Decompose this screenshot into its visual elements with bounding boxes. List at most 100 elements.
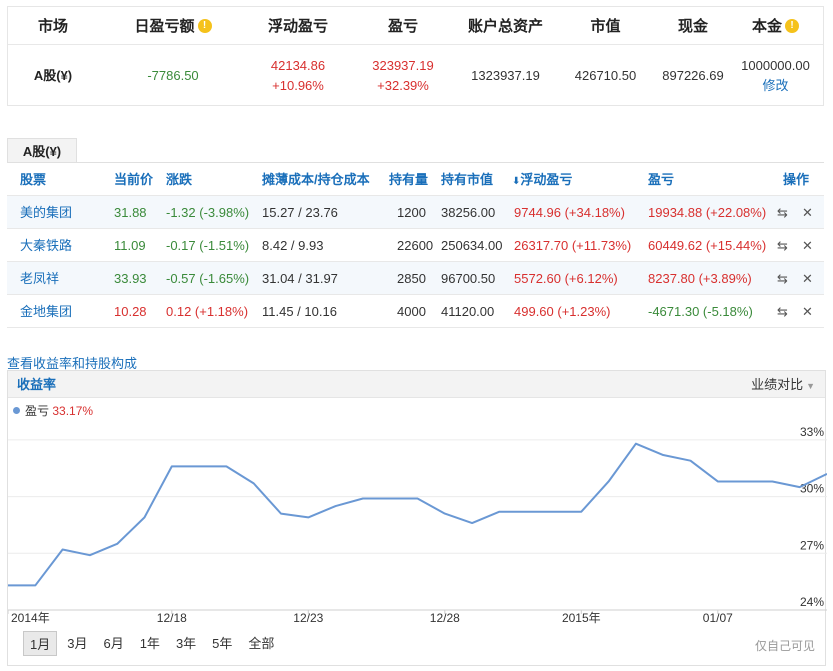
info-icon[interactable]: ! xyxy=(197,18,212,33)
range-button[interactable]: 3月 xyxy=(61,631,93,656)
table-row: 金地集团 10.28 0.12 (+1.18%) 11.45 / 10.16 4000 4… xyxy=(7,295,824,328)
value-cell: 96700.50 xyxy=(441,271,496,286)
header-floating-pl: 浮动盈亏 xyxy=(267,18,328,35)
header-cash: 现金 xyxy=(677,18,708,35)
summary-header-row: 市场 日盈亏额! 浮动盈亏 盈亏 账户总资产 市值 现金 本金! xyxy=(8,7,823,45)
delete-icon[interactable]: ✕ xyxy=(802,262,813,295)
stock-name-cell[interactable]: 大秦铁路 xyxy=(20,229,72,262)
account-summary-panel: 市场 日盈亏额! 浮动盈亏 盈亏 账户总资产 市值 现金 本金! A股(¥) -… xyxy=(7,6,824,106)
table-row: 大秦铁路 11.09 -0.17 (-1.51%) 8.42 / 9.93 22600 2… xyxy=(7,229,824,262)
change-cell: -0.17 (-1.51%) xyxy=(166,238,250,253)
col-pl[interactable]: 盈亏 xyxy=(648,163,674,196)
cash-value: 897226.69 xyxy=(662,68,724,83)
floating-cell: 5572.60 (+6.12%) xyxy=(514,271,618,286)
transfer-icon[interactable]: ⇆ xyxy=(777,229,788,262)
header-pl: 盈亏 xyxy=(387,18,418,35)
market-value-value: 426710.50 xyxy=(574,68,637,83)
series-line-pl xyxy=(8,442,827,587)
holdings-header-row: 股票 当前价 涨跌 摊薄成本/持仓成本 持有量 持有市值 ⬇浮动盈亏 盈亏 操作 xyxy=(7,163,824,196)
range-button[interactable]: 1月 xyxy=(23,631,58,656)
total-assets-value: 1323937.19 xyxy=(471,68,540,83)
x-tick-label: 2015年 xyxy=(562,611,601,625)
delete-icon[interactable]: ✕ xyxy=(802,196,813,229)
col-qty[interactable]: 持有量 xyxy=(389,163,428,196)
range-button[interactable]: 全部 xyxy=(242,631,280,656)
col-ops: 操作 xyxy=(783,172,810,187)
floating-pl-value: 42134.86 xyxy=(270,58,326,73)
pl-value: 323937.19 xyxy=(372,58,434,73)
delete-icon[interactable]: ✕ xyxy=(802,295,813,328)
delete-icon[interactable]: ✕ xyxy=(802,229,813,262)
change-cell: -0.57 (-1.65%) xyxy=(166,271,250,286)
returns-line-chart: 24% 27% 30% 33% 2014年 12/18 12/23 12/28 2015年 01/… xyxy=(8,425,827,625)
change-cell: 0.12 (+1.18%) xyxy=(166,304,249,319)
stock-name-cell[interactable]: 美的集团 xyxy=(20,196,72,229)
floating-pl-pct: +10.96% xyxy=(272,78,324,93)
range-button[interactable]: 6月 xyxy=(97,631,129,656)
x-tick-label: 12/18 xyxy=(157,611,187,625)
tab-a-shares[interactable]: A股(¥) xyxy=(7,138,77,162)
col-floating[interactable]: ⬇浮动盈亏 xyxy=(512,163,572,196)
cost-cell: 8.42 / 9.93 xyxy=(262,238,324,253)
pl-cell: 19934.88 (+22.08%) xyxy=(648,205,767,220)
col-value[interactable]: 持有市值 xyxy=(441,163,493,196)
pl-cell: 323937.19 +32.39% xyxy=(348,45,458,107)
principal-cell: 1000000.00 修改 xyxy=(728,45,823,107)
x-tick-label: 12/28 xyxy=(430,611,460,625)
qty-cell: 4000 xyxy=(397,304,426,319)
x-tick-label: 12/23 xyxy=(293,611,323,625)
transfer-icon[interactable]: ⇆ xyxy=(777,196,788,229)
range-button[interactable]: 5年 xyxy=(206,631,238,656)
market-label: A股(¥) xyxy=(33,68,73,83)
transfer-icon[interactable]: ⇆ xyxy=(777,295,788,328)
floating-cell: 9744.96 (+34.18%) xyxy=(514,205,625,220)
y-tick-label: 30% xyxy=(800,482,824,496)
col-cost[interactable]: 摊薄成本/持仓成本 xyxy=(262,163,370,196)
stock-name-cell[interactable]: 金地集团 xyxy=(20,295,72,328)
table-row: 老凤祥 33.93 -0.57 (-1.65%) 31.04 / 31.97 2850 9… xyxy=(7,262,824,295)
cost-cell: 11.45 / 10.16 xyxy=(262,304,337,319)
price-cell: 31.88 xyxy=(114,205,147,220)
y-tick-label: 27% xyxy=(800,538,824,552)
header-market-value: 市值 xyxy=(590,18,621,35)
principal-value: 1000000.00 xyxy=(741,58,810,73)
daily-pl-value: -7786.50 xyxy=(147,68,199,83)
floating-cell: 499.60 (+1.23%) xyxy=(514,304,611,319)
header-daily-pl: 日盈亏额! xyxy=(98,7,248,44)
info-icon[interactable]: ! xyxy=(785,18,799,33)
change-cell: -1.32 (-3.98%) xyxy=(166,205,250,220)
returns-chart-panel: 收益率 业绩对比 ▼ 盈亏 33.17% 24% 27% 30% 33% 2014年 12/… xyxy=(7,370,827,666)
qty-cell: 2850 xyxy=(397,271,426,286)
col-price[interactable]: 当前价 xyxy=(114,163,153,196)
private-note: 仅自己可见 xyxy=(754,639,815,653)
range-button[interactable]: 3年 xyxy=(170,631,202,656)
qty-cell: 1200 xyxy=(397,205,426,220)
header-principal: 本金! xyxy=(728,7,823,44)
cost-cell: 15.27 / 23.76 xyxy=(262,205,338,220)
price-cell: 33.93 xyxy=(114,271,147,286)
value-cell: 250634.00 xyxy=(441,238,503,253)
qty-cell: 22600 xyxy=(397,238,434,253)
value-cell: 38256.00 xyxy=(441,205,496,220)
pl-cell: 60449.62 (+15.44%) xyxy=(648,238,767,253)
floating-pl-cell: 42134.86 +10.96% xyxy=(248,45,348,107)
value-cell: 41120.00 xyxy=(441,304,495,319)
range-button[interactable]: 1年 xyxy=(134,631,166,656)
floating-cell: 26317.70 (+11.73%) xyxy=(514,238,632,253)
cost-cell: 31.04 / 31.97 xyxy=(262,271,338,286)
summary-value-row: A股(¥) -7786.50 42134.86 +10.96% 323937.1… xyxy=(8,45,823,107)
header-market: 市场 xyxy=(37,18,68,35)
range-selector: 1月 3月 6月 1年 3年 5年 全部 xyxy=(23,631,284,656)
y-tick-label: 33% xyxy=(800,425,824,439)
stock-name-cell[interactable]: 老凤祥 xyxy=(20,262,59,295)
edit-principal-link[interactable]: 修改 xyxy=(762,76,788,96)
pl-cell: 8237.80 (+3.89%) xyxy=(648,271,752,286)
holdings-rows: 美的集团 31.88 -1.32 (-3.98%) 15.27 / 23.76 1200… xyxy=(7,196,824,328)
table-row: 美的集团 31.88 -1.32 (-3.98%) 15.27 / 23.76 1200… xyxy=(7,196,824,229)
col-stock[interactable]: 股票 xyxy=(20,163,46,196)
price-cell: 11.09 xyxy=(114,238,146,253)
transfer-icon[interactable]: ⇆ xyxy=(777,262,788,295)
pl-cell: -4671.30 (-5.18%) xyxy=(648,304,753,319)
col-change[interactable]: 涨跌 xyxy=(166,163,192,196)
x-tick-label: 01/07 xyxy=(703,611,733,625)
